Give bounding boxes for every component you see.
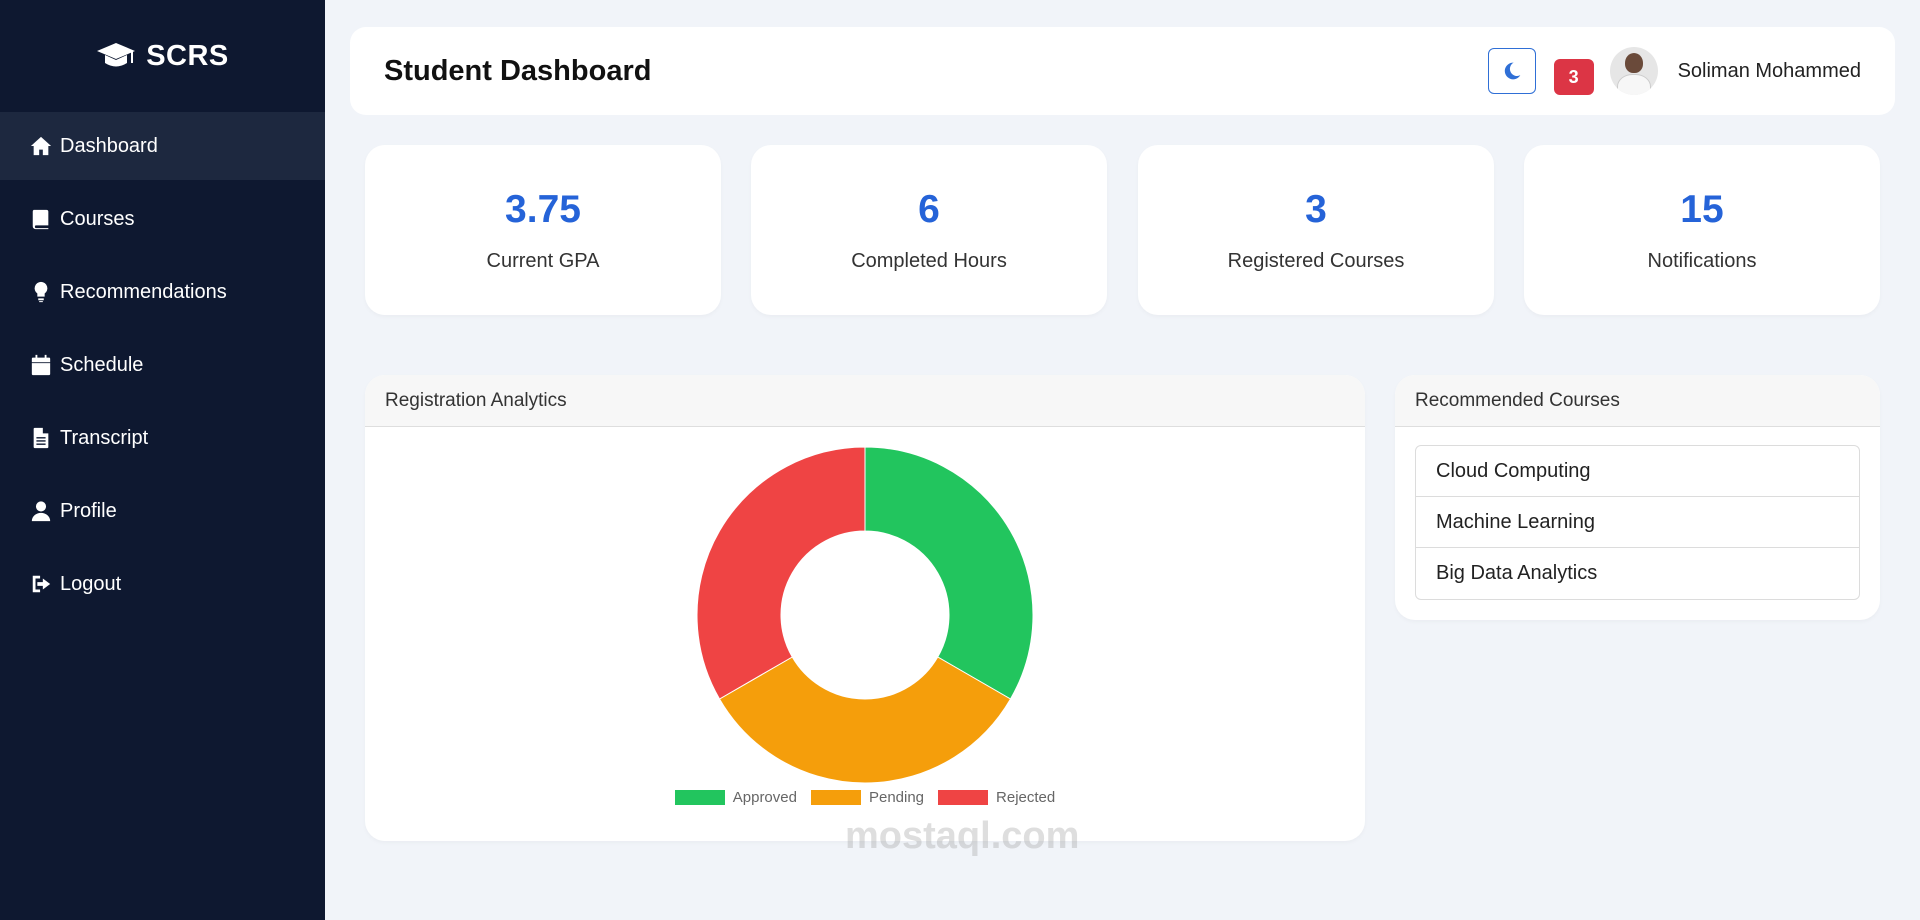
legend-label: Pending xyxy=(868,789,925,806)
stat-label: Completed Hours xyxy=(851,249,1007,272)
brand-name: SCRS xyxy=(146,39,229,72)
sidebar-item-courses[interactable]: Courses xyxy=(0,185,325,253)
stat-label: Registered Courses xyxy=(1227,249,1405,272)
recommended-courses-panel: Recommended Courses Cloud Computing Mach… xyxy=(1395,375,1880,620)
list-item[interactable]: Cloud Computing xyxy=(1416,446,1859,497)
legend-label: Rejected xyxy=(996,789,1056,806)
sidebar-item-logout[interactable]: Logout xyxy=(0,550,325,618)
legend-item-pending[interactable]: Pending xyxy=(810,789,925,806)
legend-item-approved[interactable]: Approved xyxy=(674,789,797,806)
sidebar-item-label: Profile xyxy=(60,499,117,522)
sidebar-item-label: Courses xyxy=(60,207,135,230)
sidebar: SCRS Dashboard Courses Recommendations S… xyxy=(0,0,325,920)
stat-label: Notifications xyxy=(1647,249,1757,272)
registration-analytics-panel: Registration Analytics Approved Pending Re… xyxy=(365,375,1365,841)
donut-slice-pending[interactable] xyxy=(718,656,1012,784)
calendar-icon xyxy=(31,354,51,376)
stat-card-completed-hours: 6 Completed Hours xyxy=(751,145,1107,315)
page-title: Student Dashboard xyxy=(384,54,652,87)
sidebar-item-dashboard[interactable]: Dashboard xyxy=(0,112,325,180)
user-name: Soliman Mohammed xyxy=(1677,59,1861,82)
sidebar-item-schedule[interactable]: Schedule xyxy=(0,331,325,399)
avatar[interactable] xyxy=(1609,47,1658,95)
list-item[interactable]: Machine Learning xyxy=(1416,497,1859,548)
stat-value: 3.75 xyxy=(505,187,581,231)
file-icon xyxy=(33,427,49,449)
notification-badge: 3 xyxy=(1553,59,1594,95)
legend-item-rejected[interactable]: Rejected xyxy=(938,789,1055,806)
sidebar-item-label: Recommendations xyxy=(60,280,227,303)
book-icon xyxy=(32,209,49,230)
donut-slice-rejected[interactable] xyxy=(696,446,866,700)
legend-swatch xyxy=(810,790,861,805)
moon-icon xyxy=(1504,62,1520,80)
registration-donut-chart xyxy=(696,446,1034,784)
legend-swatch xyxy=(674,790,725,805)
sidebar-item-label: Transcript xyxy=(60,426,149,449)
list-item[interactable]: Big Data Analytics xyxy=(1416,548,1859,599)
stat-card-registered-courses: 3 Registered Courses xyxy=(1138,145,1494,315)
chart-legend: Approved Pending Rejected xyxy=(365,789,1365,806)
panel-title: Registration Analytics xyxy=(365,375,1365,427)
lightbulb-icon xyxy=(34,281,48,303)
header-actions: 3 Soliman Mohammed xyxy=(1487,46,1861,96)
stat-label: Current GPA xyxy=(486,249,600,272)
logout-icon xyxy=(32,575,51,593)
stat-value: 3 xyxy=(1305,187,1327,231)
sidebar-item-transcript[interactable]: Transcript xyxy=(0,404,325,472)
sidebar-item-label: Dashboard xyxy=(60,134,158,157)
stat-card-notifications: 15 Notifications xyxy=(1524,145,1880,315)
stat-value: 6 xyxy=(918,187,940,231)
graduation-cap-icon xyxy=(97,43,136,67)
sidebar-item-profile[interactable]: Profile xyxy=(0,477,325,545)
user-icon xyxy=(31,501,51,522)
theme-toggle-button[interactable] xyxy=(1487,48,1536,94)
stat-value: 15 xyxy=(1680,187,1724,231)
legend-swatch xyxy=(938,790,989,805)
stat-card-gpa: 3.75 Current GPA xyxy=(365,145,721,315)
top-header: Student Dashboard 3 Soliman Mohammed xyxy=(350,27,1895,115)
sidebar-item-label: Logout xyxy=(60,572,122,595)
sidebar-item-recommendations[interactable]: Recommendations xyxy=(0,258,325,326)
donut-slice-approved[interactable] xyxy=(864,446,1034,700)
notification-button[interactable]: 3 xyxy=(1552,46,1596,96)
watermark: mostaql.com xyxy=(845,815,1080,857)
sidebar-item-label: Schedule xyxy=(60,353,144,376)
home-icon xyxy=(30,136,52,156)
legend-label: Approved xyxy=(732,789,797,806)
course-list: Cloud Computing Machine Learning Big Dat… xyxy=(1415,445,1860,600)
brand-logo[interactable]: SCRS xyxy=(0,0,325,112)
sidebar-nav: Dashboard Courses Recommendations Schedu… xyxy=(0,112,325,618)
panel-title: Recommended Courses xyxy=(1395,375,1880,427)
